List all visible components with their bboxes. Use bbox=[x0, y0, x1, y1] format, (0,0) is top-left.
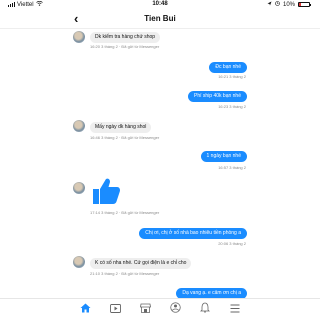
avatar[interactable] bbox=[73, 120, 85, 132]
conversation-header: ‹ Tien Bui bbox=[0, 11, 320, 29]
store-icon bbox=[139, 300, 151, 318]
message-timestamp: 16:23 3 tháng 2 bbox=[218, 104, 246, 109]
message-bubble-outgoing[interactable]: Chị ơi, chị ở số nhà bao nhiêu tiền phòn… bbox=[139, 228, 247, 239]
tab-notifications[interactable] bbox=[199, 300, 211, 318]
bottom-tab-bar bbox=[0, 298, 320, 320]
tab-home[interactable] bbox=[79, 303, 91, 315]
message-timestamp: 16:21 3 tháng 2 bbox=[218, 74, 246, 79]
status-right: 10% bbox=[267, 1, 311, 8]
avatar[interactable] bbox=[73, 31, 85, 43]
video-icon bbox=[109, 300, 121, 318]
message-bubble-incoming[interactable]: Dk kiểm tra hàng chứ shop bbox=[90, 32, 161, 43]
avatar[interactable] bbox=[73, 256, 85, 268]
tab-video[interactable] bbox=[109, 303, 121, 315]
bell-icon bbox=[200, 300, 210, 318]
message-timestamp: 16:20 3 tháng 2 · Đã gửi từ Messenger bbox=[90, 44, 160, 49]
clock-icon bbox=[275, 1, 280, 8]
message-timestamp: 16:46 3 tháng 2 · Đã gửi từ Messenger bbox=[90, 135, 160, 140]
message-timestamp: 16:57 3 tháng 2 bbox=[218, 165, 246, 170]
message-bubble-outgoing[interactable]: 1 ngày bạn nhé bbox=[200, 151, 247, 162]
groups-icon bbox=[169, 300, 181, 318]
contact-name: Tien Bui bbox=[144, 14, 176, 23]
location-icon bbox=[267, 1, 272, 8]
status-bar: Viettel 10:48 10% bbox=[0, 0, 320, 10]
menu-icon bbox=[230, 300, 240, 318]
message-timestamp: 21:10 3 tháng 2 · Đã gửi từ Messenger bbox=[90, 271, 160, 276]
tab-menu[interactable] bbox=[229, 303, 241, 315]
home-icon bbox=[80, 300, 91, 318]
battery-percent: 10% bbox=[282, 1, 295, 8]
tab-marketplace[interactable] bbox=[139, 303, 151, 315]
message-bubble-incoming[interactable]: Mấy ngày dk hàng shol bbox=[90, 122, 152, 133]
battery-icon bbox=[298, 2, 311, 7]
message-timestamp: 17:14 3 tháng 2 · Đã gửi từ Messenger bbox=[90, 210, 160, 215]
tab-groups[interactable] bbox=[169, 300, 181, 318]
message-bubble-incoming[interactable]: K có số nha nhé. Cứ gọi điện là e chỉ ch… bbox=[90, 258, 192, 269]
message-list[interactable]: Dk kiểm tra hàng chứ shop 16:20 3 tháng … bbox=[0, 30, 320, 299]
avatar[interactable] bbox=[73, 182, 85, 194]
message-bubble-outgoing[interactable]: Phí ship 40k bạn nhé bbox=[188, 91, 247, 102]
message-timestamp: 20:06 3 tháng 2 bbox=[218, 241, 246, 246]
message-bubble-outgoing[interactable]: Đc bạn nhé bbox=[209, 62, 247, 73]
thumbs-up-icon[interactable] bbox=[91, 177, 121, 209]
